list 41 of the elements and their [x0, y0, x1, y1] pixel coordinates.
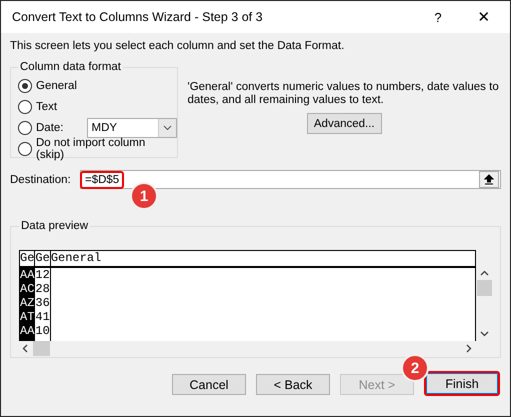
option-label[interactable]: Do not import column (skip) [36, 136, 176, 160]
wizard-button[interactable]: < Back [256, 374, 330, 395]
chevron-down-icon [480, 331, 488, 337]
scrollbar-thumb[interactable] [476, 280, 492, 296]
radio-button[interactable] [18, 100, 32, 114]
table-cell: 10 [35, 324, 50, 338]
data-preview-grid[interactable]: Ge AA AC AZ AT AA Ge 12 28 36 41 10 General [19, 250, 476, 341]
scrollbar-thumb[interactable] [33, 341, 50, 356]
group-label: Data preview [20, 220, 90, 232]
destination-field[interactable]: =$D$5 [80, 170, 501, 189]
date-format-dropdown[interactable]: MDY [86, 118, 176, 138]
wizard-button[interactable]: Finish [424, 371, 500, 396]
step-badge: 2 [403, 356, 427, 380]
radio-button[interactable] [18, 120, 32, 134]
radio-button[interactable] [18, 142, 32, 156]
option-label[interactable]: Date: [36, 122, 64, 134]
table-cell: 41 [35, 310, 50, 324]
close-button[interactable]: ✕ [458, 8, 510, 26]
format-description: 'General' converts numeric values to numbers, date values to dates, and all remaining values to text. [188, 81, 500, 107]
upload-icon [484, 174, 494, 185]
option-label[interactable]: Text [36, 100, 58, 112]
column-header[interactable]: Ge [35, 251, 50, 268]
advanced-button[interactable]: Advanced... [306, 113, 382, 134]
chevron-up-icon [480, 270, 488, 276]
instructions-text: This screen lets you select each column and set the Data Format. [10, 40, 346, 52]
wizard-button[interactable]: Cancel [172, 374, 246, 395]
chevron-down-icon [162, 124, 172, 130]
option-label[interactable]: General [36, 80, 77, 92]
window-title: Convert Text to Columns Wizard - Step 3 of 3 [12, 10, 264, 24]
table-cell: 28 [35, 282, 50, 296]
column-header[interactable]: General [50, 251, 475, 268]
table-cell: 12 [35, 268, 50, 282]
chevron-right-icon [466, 344, 472, 353]
table-cell: 36 [35, 296, 50, 310]
radio-button[interactable] [18, 78, 32, 92]
step-badge: 1 [132, 184, 156, 208]
group-label: Column data format [19, 61, 122, 73]
chevron-left-icon [22, 344, 28, 353]
destination-label: Destination: [10, 174, 72, 186]
help-button[interactable]: ? [418, 10, 458, 24]
column-header[interactable]: Ge [20, 251, 34, 268]
